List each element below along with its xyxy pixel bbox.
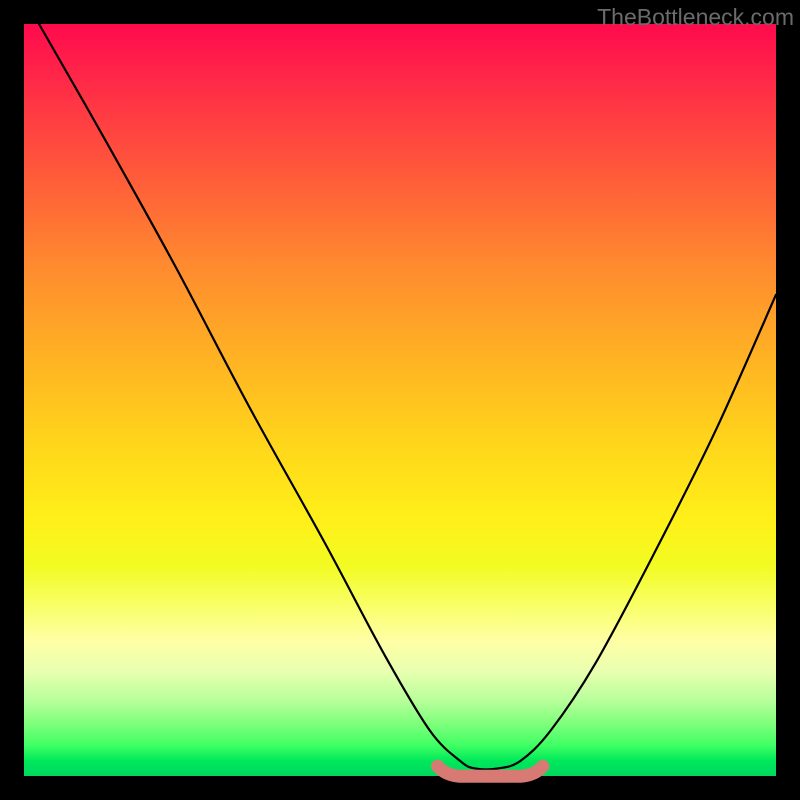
flat-band-marker	[438, 766, 543, 776]
chart-frame: TheBottleneck.com	[0, 0, 800, 800]
curve-svg	[24, 24, 776, 776]
plot-area	[24, 24, 776, 776]
watermark-text: TheBottleneck.com	[597, 4, 794, 31]
bottleneck-curve-line	[39, 24, 776, 769]
